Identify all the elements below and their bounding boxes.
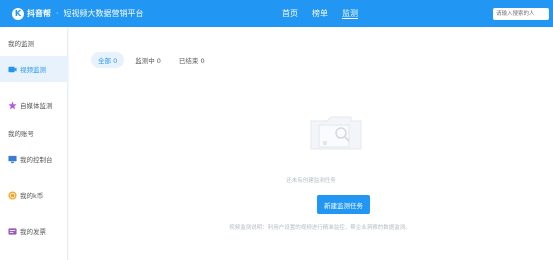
monitor-description: 视频监测说明：利用户设置的视频进行精准监控，帮企业洞察的数据监测。 [229,225,411,231]
sidebar-section-monitor: 我的监测 [8,40,34,48]
sidebar-item-console[interactable]: 我的控制台 [0,146,68,172]
logo[interactable]: K 抖音帮 · 短视频大数据营销平台 [12,7,144,20]
video-icon [8,66,17,72]
brand-name: 抖音帮 [27,9,51,18]
tab-monitoring[interactable]: 监测中 0 [128,52,168,68]
nav-home[interactable]: 首页 [275,0,305,27]
main-content: 全部 0 监测中 0 已结束 0 还未有创建监测任务 新建监测任务 视频监测说明… [69,27,553,260]
tab-all[interactable]: 全部 0 [91,52,125,68]
sidebar-section-account: 我的账号 [8,130,34,138]
search-input[interactable] [493,8,549,20]
sidebar-item-kcoin[interactable]: 我的k币 [0,182,68,208]
star-icon [8,100,17,109]
nav-rankings[interactable]: 榜单 [305,0,335,27]
logo-mark-icon: K [12,7,24,20]
coin-icon [8,190,17,200]
nav-monitor[interactable]: 监测 [335,0,365,27]
status-tabs: 全部 0 监测中 0 已结束 0 [91,52,212,68]
sidebar-item-video-monitor[interactable]: 视频监测 [0,56,68,82]
new-monitor-task-button[interactable]: 新建监测任务 [317,195,370,214]
main-nav: 首页 榜单 监测 [275,0,365,27]
sidebar-item-label: 我的k币 [20,192,44,200]
sidebar-item-label: 自媒体监测 [20,102,53,110]
sidebar-item-media-monitor[interactable]: 自媒体监测 [0,92,68,118]
monitor-icon [8,155,17,163]
sidebar-item-tickets[interactable]: 我的发票 [0,218,68,244]
sidebar-item-label: 我的控制台 [20,156,53,164]
tab-finished[interactable]: 已结束 0 [172,52,212,68]
sidebar-item-label: 视频监测 [20,66,46,74]
brand-separator: · [56,9,59,18]
sidebar: 我的监测 视频监测 自媒体监测 我的账号 我的控制台 我的k币 我的发票 [0,27,68,260]
ticket-icon [8,227,17,235]
empty-folder-illustration [310,116,362,150]
platform-title: 短视频大数据营销平台 [63,9,144,18]
top-navigation-bar: K 抖音帮 · 短视频大数据营销平台 首页 榜单 监测 [0,0,553,27]
sidebar-item-label: 我的发票 [20,228,46,236]
empty-state-text: 还未有创建监测任务 [286,178,336,184]
